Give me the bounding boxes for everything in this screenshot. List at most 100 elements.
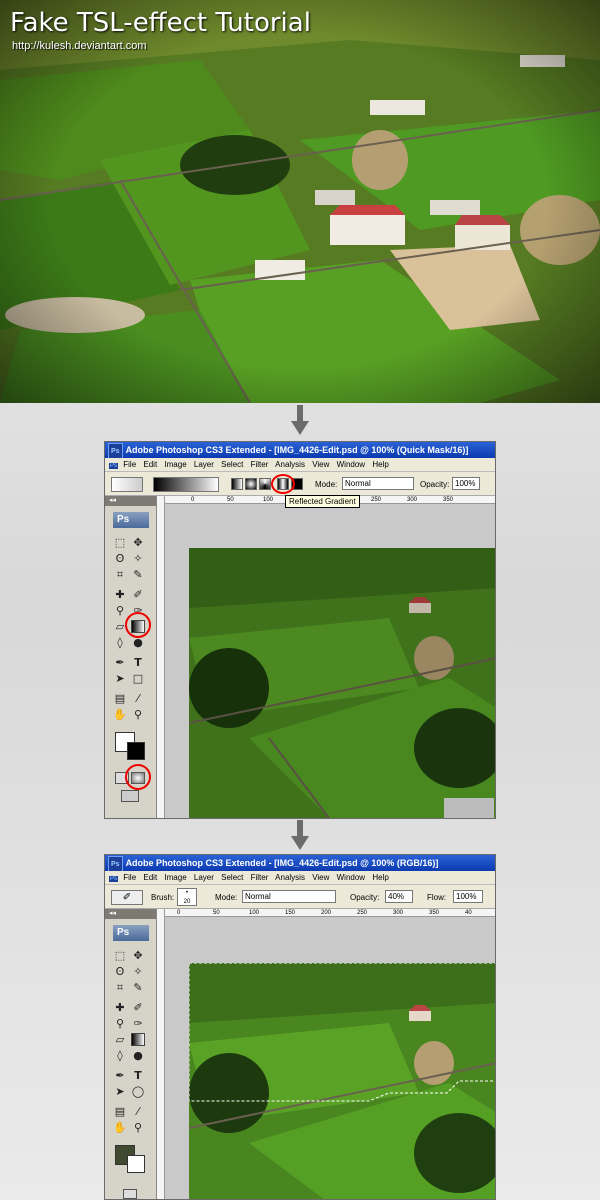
background-color-swatch[interactable]	[127, 1155, 145, 1173]
opacity-label: Opacity:	[350, 893, 380, 902]
document-canvas[interactable]	[189, 548, 495, 818]
menu-layer[interactable]: Layer	[194, 873, 214, 882]
marquee-tool-icon[interactable]: ⬚	[113, 536, 127, 549]
zoom-tool-icon[interactable]: ⚲	[131, 1121, 145, 1134]
menu-image[interactable]: Image	[164, 873, 186, 882]
flow-input[interactable]: 100%	[453, 890, 483, 903]
quick-mask-mode-icon[interactable]	[123, 1189, 137, 1199]
down-arrow-icon	[291, 405, 309, 435]
type-tool-icon[interactable]: T	[131, 1069, 145, 1082]
menu-analysis[interactable]: Analysis	[275, 873, 305, 882]
type-tool-icon[interactable]: T	[131, 656, 145, 669]
mode-select[interactable]: Normal	[342, 477, 414, 490]
menu-filter[interactable]: Filter	[251, 460, 269, 469]
menu-file[interactable]: File	[123, 873, 136, 882]
angle-gradient-icon[interactable]	[259, 478, 271, 490]
blur-tool-icon[interactable]: ◊	[113, 1049, 127, 1062]
brush-tool-icon[interactable]: ✐	[131, 1001, 145, 1014]
menu-layer[interactable]: Layer	[194, 460, 214, 469]
photoshop-app-icon: Ps	[108, 856, 123, 871]
mode-value: Normal	[345, 479, 371, 488]
tool-preset-picker[interactable]	[111, 477, 143, 492]
history-brush-icon[interactable]: ✑	[131, 1017, 145, 1030]
aerial-photo: Fake TSL-effect Tutorial http://kulesh.d…	[0, 0, 600, 403]
tools-panel-header: ◂◂	[105, 496, 156, 506]
path-select-icon[interactable]: ➤	[113, 1085, 127, 1098]
ps-logo: Ps	[113, 925, 149, 941]
author-url: http://kulesh.deviantart.com	[12, 40, 147, 52]
tools-panel: ◂◂ Ps ⬚ ✥ ʘ ✧ ⌗ ✎ ✚ ✐ ⚲ ✑ ▱ ◊ ● ✒ T ➤ ◯ …	[105, 909, 157, 1199]
path-select-icon[interactable]: ➤	[113, 672, 127, 685]
menu-filter[interactable]: Filter	[251, 873, 269, 882]
window-title: Adobe Photoshop CS3 Extended - [IMG_4426…	[125, 445, 469, 455]
menu-view[interactable]: View	[312, 873, 329, 882]
healing-tool-icon[interactable]: ✚	[113, 588, 127, 601]
menu-help[interactable]: Help	[372, 460, 388, 469]
menu-bar: Ps File Edit Image Layer Select Filter A…	[105, 871, 495, 885]
opacity-input[interactable]: 40%	[385, 890, 413, 903]
document-canvas[interactable]	[189, 963, 495, 1199]
notes-tool-icon[interactable]: ▤	[113, 692, 127, 705]
eyedropper-icon[interactable]: ✎	[131, 981, 145, 994]
linear-gradient-icon[interactable]	[231, 478, 243, 490]
gradient-tool-icon[interactable]	[131, 1033, 145, 1046]
magic-wand-icon[interactable]: ✧	[131, 965, 145, 978]
document-area: ◂◂ Ps ⬚ ✥ ʘ ✧ ⌗ ✎ ✚ ✐ ⚲ ✑ ▱ ◊ ● ✒ T ➤ □ …	[105, 495, 495, 818]
crop-tool-icon[interactable]: ⌗	[113, 568, 127, 581]
eyedropper2-icon[interactable]: ⁄	[131, 1105, 145, 1118]
flow-value: 100%	[456, 892, 477, 901]
background-color-swatch[interactable]	[127, 742, 145, 760]
hand-tool-icon[interactable]: ✋	[113, 1121, 127, 1134]
horizontal-ruler: 0 50 100 150 200 250 300 350 40	[165, 909, 495, 917]
screen-mode-icon[interactable]	[121, 790, 139, 802]
brush-tool-icon[interactable]: ✐	[131, 588, 145, 601]
menu-select[interactable]: Select	[221, 873, 243, 882]
stamp-tool-icon[interactable]: ⚲	[113, 604, 127, 617]
tutorial-title: Fake TSL-effect Tutorial	[10, 8, 311, 38]
pen-tool-icon[interactable]: ✒	[113, 1069, 127, 1082]
menu-select[interactable]: Select	[221, 460, 243, 469]
marquee-tool-icon[interactable]: ⬚	[113, 949, 127, 962]
radial-gradient-icon[interactable]	[245, 478, 257, 490]
menu-view[interactable]: View	[312, 460, 329, 469]
gradient-options-bar: Mode: Normal Opacity: 100%	[105, 472, 495, 496]
menu-help[interactable]: Help	[372, 873, 388, 882]
crop-tool-icon[interactable]: ⌗	[113, 981, 127, 994]
brush-size-picker[interactable]: • 20	[177, 888, 197, 906]
healing-tool-icon[interactable]: ✚	[113, 1001, 127, 1014]
aerial-landscape-image	[0, 0, 600, 403]
notes-tool-icon[interactable]: ▤	[113, 1105, 127, 1118]
lasso-tool-icon[interactable]: ʘ	[113, 965, 127, 978]
ruler-tick: 150	[285, 910, 296, 916]
menu-analysis[interactable]: Analysis	[275, 460, 305, 469]
pen-tool-icon[interactable]: ✒	[113, 656, 127, 669]
ruler-tick: 250	[357, 910, 368, 916]
move-tool-icon[interactable]: ✥	[131, 536, 145, 549]
move-tool-icon[interactable]: ✥	[131, 949, 145, 962]
brush-preset-icon[interactable]: ✐	[111, 890, 143, 905]
menu-image[interactable]: Image	[164, 460, 186, 469]
menu-edit[interactable]: Edit	[143, 460, 157, 469]
shape-tool-icon[interactable]: ◯	[131, 1085, 145, 1098]
menu-window[interactable]: Window	[337, 873, 365, 882]
magic-wand-icon[interactable]: ✧	[131, 552, 145, 565]
blur-tool-icon[interactable]: ◊	[113, 636, 127, 649]
menu-edit[interactable]: Edit	[143, 873, 157, 882]
eyedropper-icon[interactable]: ✎	[131, 568, 145, 581]
stamp-tool-icon[interactable]: ⚲	[113, 1017, 127, 1030]
dodge-tool-icon[interactable]: ●	[131, 1049, 145, 1062]
eraser-tool-icon[interactable]: ▱	[113, 1033, 127, 1046]
ruler-tick: 0	[177, 910, 181, 916]
gradient-picker[interactable]	[153, 477, 219, 492]
zoom-tool-icon[interactable]: ⚲	[131, 708, 145, 721]
eyedropper2-icon[interactable]: ⁄	[131, 692, 145, 705]
mode-label: Mode:	[315, 480, 338, 489]
brush-options-bar: ✐ Brush: • 20 Mode: Normal Opacity: 40% F…	[105, 885, 495, 909]
shape-tool-icon[interactable]: □	[131, 672, 145, 685]
menu-window[interactable]: Window	[337, 460, 365, 469]
mode-select[interactable]: Normal	[242, 890, 336, 903]
opacity-input[interactable]: 100%	[452, 477, 480, 490]
lasso-tool-icon[interactable]: ʘ	[113, 552, 127, 565]
menu-file[interactable]: File	[123, 460, 136, 469]
hand-tool-icon[interactable]: ✋	[113, 708, 127, 721]
